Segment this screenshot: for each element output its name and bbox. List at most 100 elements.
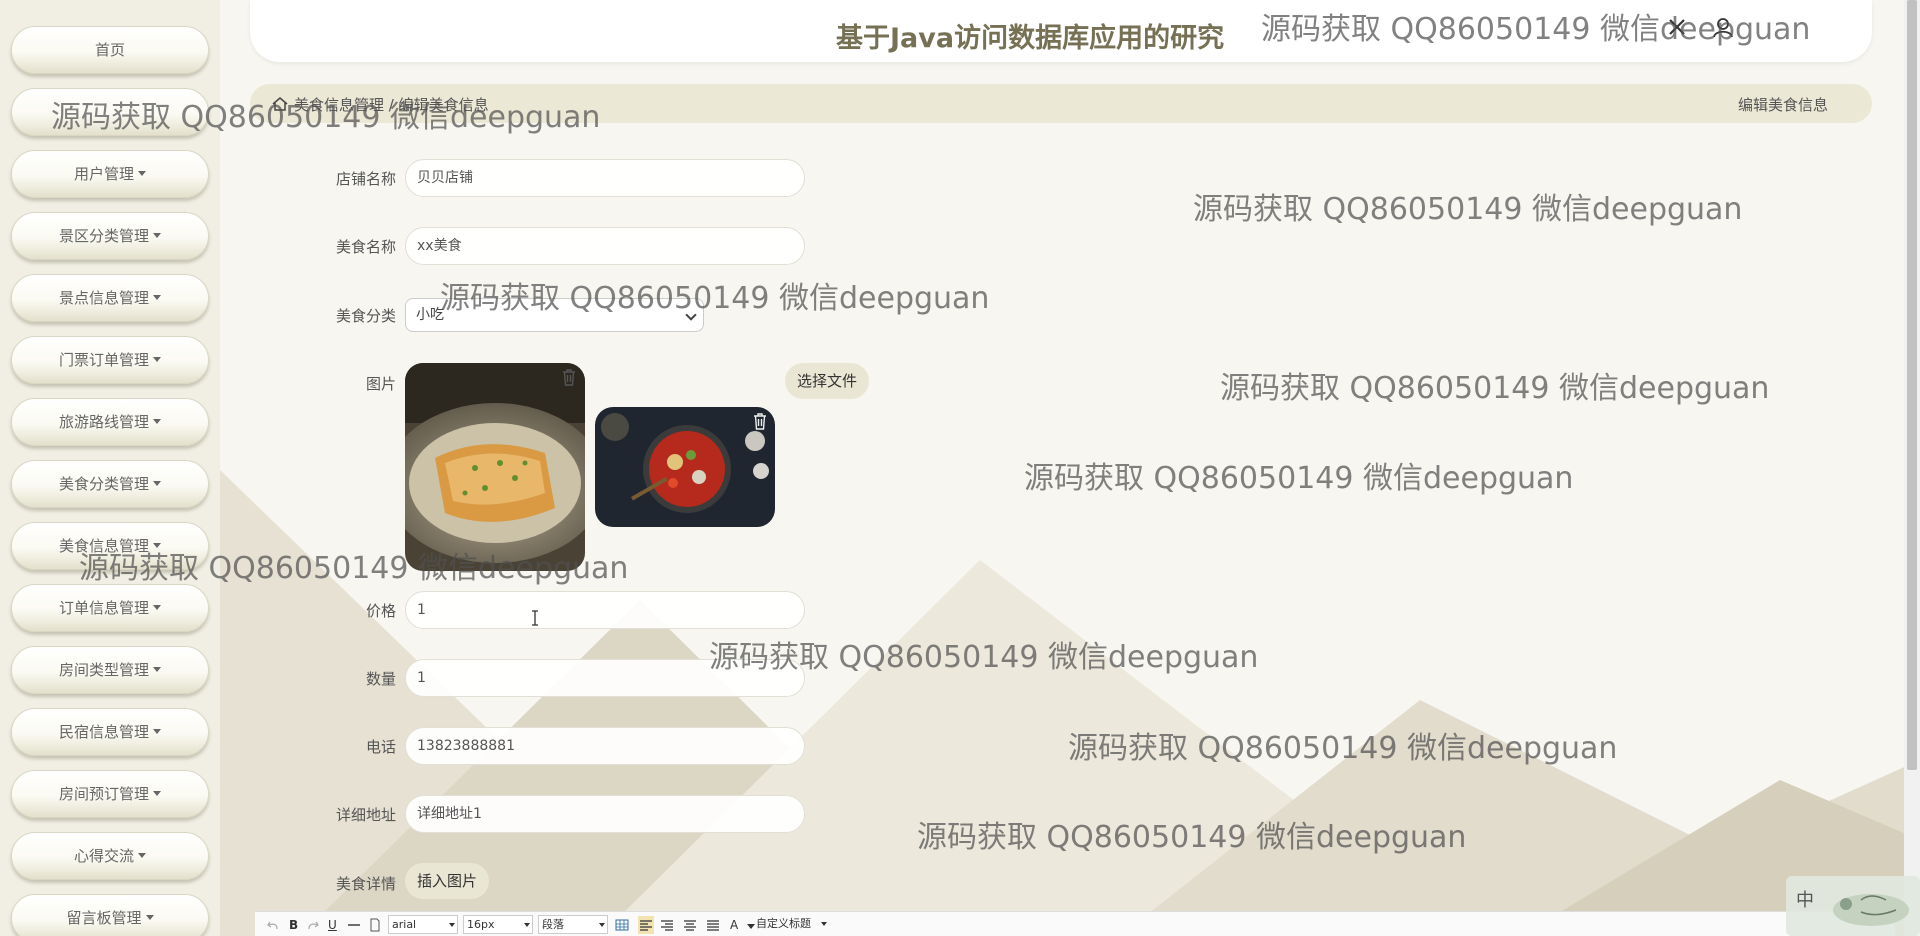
sidebar-item-orders[interactable]: 订单信息管理 [11, 584, 209, 632]
dropdown-arrow-icon [524, 923, 530, 927]
image-label: 图片 [365, 375, 396, 393]
chevron-down-icon [685, 309, 697, 321]
sidebar-item-label: 用户管理 [73, 165, 134, 183]
text-cursor-icon [532, 610, 538, 626]
page-scrollbar[interactable] [1904, 0, 1920, 936]
rich-text-toolbar: B U arial 16px 段落 A 自定义标题 [255, 911, 1895, 936]
paragraph-select[interactable]: 段落 [538, 915, 608, 934]
sidebar-item-experience[interactable]: 心得交流 [11, 832, 209, 880]
custom-title-select[interactable]: 自定义标题 [753, 915, 829, 934]
top-header: 基于Java访问数据库应用的研究 [250, 0, 1872, 62]
paragraph-value: 段落 [542, 918, 564, 931]
category-label: 美食分类 [335, 307, 396, 325]
font-color-button[interactable]: A [730, 916, 738, 934]
scrollbar-thumb[interactable] [1907, 0, 1917, 770]
sidebar-item-scenic-info[interactable]: 景点信息管理 [11, 274, 209, 322]
document-icon[interactable] [369, 916, 381, 934]
breadcrumb: 美食信息管理 / 编辑美食信息 [272, 94, 489, 115]
sidebar-item-label: 心得交流 [73, 847, 134, 865]
caret-down-icon [145, 915, 154, 920]
dropdown-arrow-icon [599, 923, 605, 927]
address-label: 详细地址 [335, 806, 396, 824]
food-name-input[interactable]: xx美食 [405, 227, 805, 265]
sidebar-item-scenic-category[interactable]: 景区分类管理 [11, 212, 209, 260]
caret-down-icon [153, 481, 161, 486]
ime-mode-label: 中 [1796, 890, 1814, 911]
align-justify-icon[interactable] [706, 916, 720, 934]
sidebar-item-homestay[interactable]: 民宿信息管理 [11, 708, 209, 756]
dropdown-arrow-icon [449, 923, 455, 927]
price-input[interactable]: 1 [405, 591, 805, 629]
sidebar-item-room-types[interactable]: 房间类型管理 [11, 646, 209, 694]
sidebar-item-label: 景点信息管理 [58, 289, 149, 307]
bold-button[interactable]: B [289, 916, 298, 934]
dropdown-arrow-icon [821, 922, 827, 926]
sidebar-item-message-board[interactable]: 留言板管理 [11, 894, 209, 936]
sidebar-item-label: 房间预订管理 [58, 785, 149, 803]
breadcrumb-bar: 美食信息管理 / 编辑美食信息 编辑美食信息 [250, 84, 1872, 123]
horizontal-rule-icon[interactable] [347, 916, 361, 934]
caret-down-icon [153, 729, 161, 734]
caret-down-icon [138, 853, 146, 858]
page-title: 编辑美食信息 [1737, 96, 1828, 114]
underline-button[interactable]: U [328, 916, 337, 934]
address-input[interactable]: 详细地址1 [405, 795, 805, 833]
app-title: 基于Java访问数据库应用的研究 [836, 23, 1225, 54]
phone-input[interactable]: 13823888881 [405, 727, 805, 765]
ime-widget[interactable]: 中 [1786, 876, 1920, 936]
redo-icon[interactable] [307, 916, 319, 934]
food-image-1 [405, 363, 585, 571]
sidebar-item-label: 景区分类管理 [58, 227, 149, 245]
sidebar-item-food-info[interactable]: 美食信息管理 [11, 522, 209, 570]
caret-down-icon [153, 791, 161, 796]
delete-image-1-icon[interactable] [561, 368, 577, 386]
sidebar-item-label: 美食信息管理 [58, 537, 149, 555]
sidebar-item-routes[interactable]: 旅游路线管理 [11, 398, 209, 446]
choose-file-button[interactable]: 选择文件 [785, 363, 870, 399]
caret-down-icon [153, 357, 161, 362]
details-label: 美食详情 [335, 875, 396, 893]
food-image-2 [595, 407, 775, 527]
sidebar-item-users[interactable]: 用户管理 [11, 150, 209, 198]
align-right-icon[interactable] [660, 916, 674, 934]
food-name-label: 美食名称 [335, 238, 396, 256]
category-select[interactable]: 小吃 [405, 298, 704, 332]
close-icon[interactable] [1666, 16, 1688, 38]
sidebar-item-ticket-orders[interactable]: 门票订单管理 [11, 336, 209, 384]
sidebar-item-blank[interactable] [11, 88, 209, 136]
quantity-label: 数量 [365, 670, 396, 688]
home-icon[interactable] [272, 97, 288, 111]
caret-down-icon [153, 605, 161, 610]
shop-name-input[interactable]: 贝贝店铺 [405, 159, 805, 197]
ime-skin-icon [1833, 894, 1909, 926]
sidebar-item-label: 房间类型管理 [58, 661, 149, 679]
quantity-input[interactable]: 1 [405, 659, 805, 697]
font-size-select[interactable]: 16px [463, 915, 533, 934]
sidebar-item-home[interactable]: 首页 [11, 26, 209, 74]
sidebar-item-room-booking[interactable]: 房间预订管理 [11, 770, 209, 818]
caret-down-icon [153, 543, 161, 548]
sidebar-item-food-category[interactable]: 美食分类管理 [11, 460, 209, 508]
sidebar-item-label: 订单信息管理 [58, 599, 149, 617]
font-family-select[interactable]: arial [388, 915, 458, 934]
undo-icon[interactable] [267, 916, 279, 934]
align-center-icon[interactable] [683, 916, 697, 934]
sidebar-item-label: 民宿信息管理 [58, 723, 149, 741]
insert-image-button[interactable]: 插入图片 [405, 863, 490, 899]
sidebar-item-label: 留言板管理 [66, 909, 142, 927]
caret-down-icon [153, 295, 161, 300]
sidebar-item-label: 门票订单管理 [58, 351, 149, 369]
caret-down-icon [138, 171, 146, 176]
custom-title-value: 自定义标题 [756, 917, 811, 930]
align-left-icon[interactable] [638, 916, 654, 934]
caret-down-icon [153, 233, 161, 238]
edit-food-form: 店铺名称 贝贝店铺 美食名称 xx美食 美食分类 小吃 图片 选择文件 价格 1… [250, 123, 1872, 936]
font-size-value: 16px [467, 918, 495, 931]
sidebar: 首页 用户管理 景区分类管理 景点信息管理 门票订单管理 旅游路线管理 美食分类… [0, 0, 220, 936]
category-selected: 小吃 [416, 307, 444, 323]
delete-image-2-icon[interactable] [752, 412, 768, 430]
font-family-value: arial [392, 918, 417, 931]
table-icon[interactable] [615, 916, 629, 934]
user-icon[interactable] [1712, 16, 1734, 38]
shop-name-label: 店铺名称 [335, 170, 396, 188]
